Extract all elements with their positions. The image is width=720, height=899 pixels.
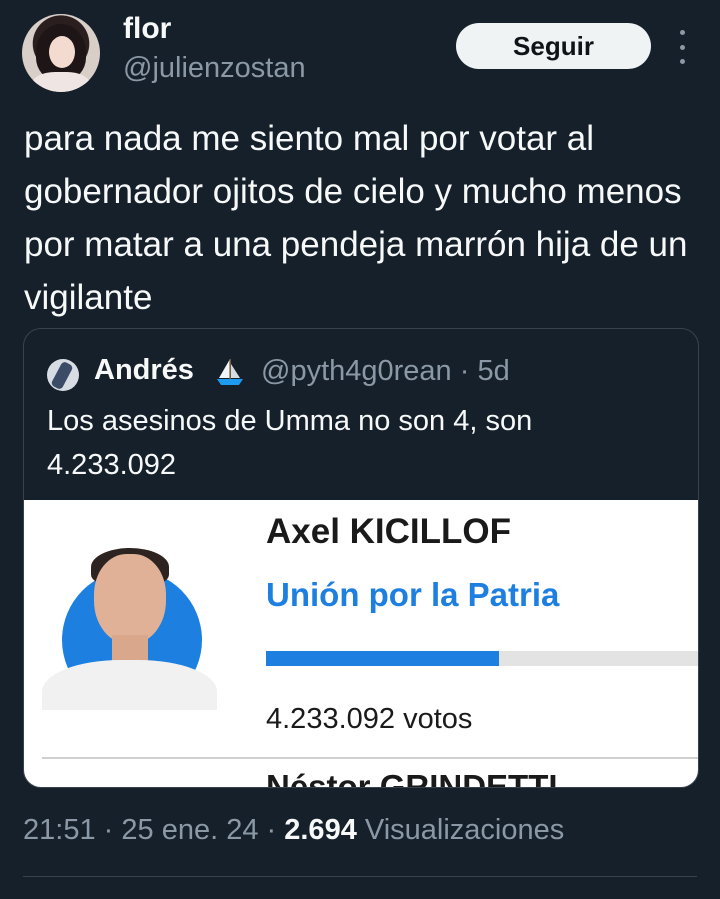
meta-separator: · <box>103 814 114 846</box>
tweet-time[interactable]: 21:51 <box>23 814 96 846</box>
quoted-age: 5d <box>477 355 510 387</box>
candidate-votes: 4.233.092 votos <box>266 703 473 735</box>
meta-separator: · <box>266 814 277 846</box>
next-candidate-name: Néstor GRINDETTI <box>266 768 558 787</box>
follow-button[interactable]: Seguir <box>456 23 651 69</box>
quoted-author-handle: @pyth4g0rean <box>261 355 452 387</box>
avatar-clothing <box>32 72 90 92</box>
tweet-meta: 21:51 · 25 ene. 24 · 2.694 Visualizacion… <box>23 814 564 847</box>
candidate-name: Axel KICILLOF <box>266 512 512 551</box>
candidate-photo <box>42 540 217 710</box>
quoted-meta: @pyth4g0rean · 5d <box>261 355 510 388</box>
avatar-face <box>49 36 75 68</box>
more-vertical-icon[interactable] <box>670 30 694 64</box>
quoted-author-avatar <box>47 359 79 391</box>
bottom-divider <box>23 876 697 877</box>
author-avatar[interactable] <box>22 14 100 92</box>
vote-share-bar <box>266 651 698 666</box>
views-label: Visualizaciones <box>364 814 565 846</box>
tweet-text: para nada me siento mal por votar al gob… <box>24 119 688 317</box>
quoted-media-card[interactable]: Axel KICILLOF Unión por la Patria 4.233.… <box>24 500 698 787</box>
quoted-tweet-text: Los asesinos de Umma no son 4, son 4.233… <box>47 405 533 481</box>
candidate-party: Unión por la Patria <box>266 576 560 613</box>
views-count: 2.694 <box>284 814 357 846</box>
quoted-tweet[interactable]: Andrés @pyth4g0rean · 5d Los asesinos de… <box>23 328 699 788</box>
sailboat-icon <box>217 359 243 385</box>
card-divider <box>42 757 698 759</box>
meta-separator: · <box>459 355 470 387</box>
vote-share-fill <box>266 651 500 666</box>
quoted-author-name: Andrés <box>94 354 194 386</box>
author-handle[interactable]: @julienzostan <box>123 52 306 85</box>
tweet-date[interactable]: 25 ene. 24 <box>121 814 258 846</box>
author-display-name[interactable]: flor <box>123 12 171 46</box>
